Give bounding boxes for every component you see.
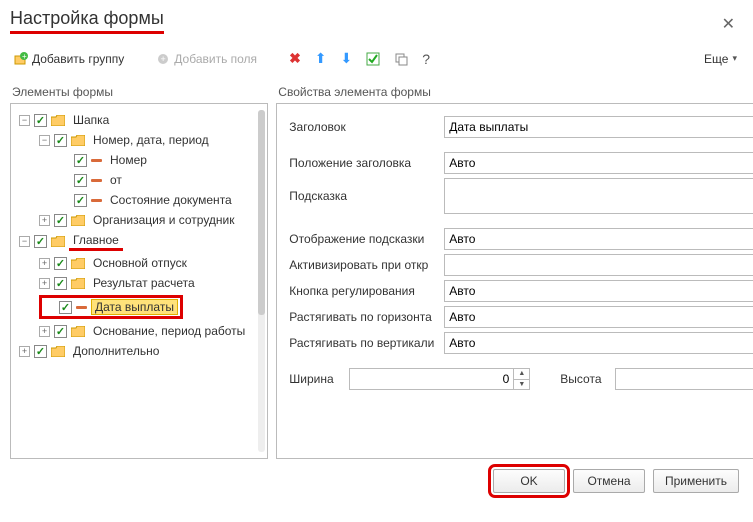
- checkbox[interactable]: ✓: [74, 174, 87, 187]
- expand-icon[interactable]: +: [39, 326, 50, 337]
- collapse-icon[interactable]: −: [39, 135, 50, 146]
- height-input[interactable]: ▲▼: [615, 368, 753, 390]
- prop-label-activate: Активизировать при откр: [289, 258, 444, 272]
- move-down-icon[interactable]: ⬇: [337, 48, 357, 69]
- checkbox[interactable]: ✓: [54, 257, 67, 270]
- folder-icon: [51, 346, 65, 357]
- collapse-icon[interactable]: −: [19, 236, 30, 247]
- reg-btn-select[interactable]: ▾: [444, 280, 753, 302]
- checkbox[interactable]: ✓: [54, 277, 67, 290]
- left-panel-header: Элементы формы: [12, 85, 268, 99]
- width-input[interactable]: ▲▼: [349, 368, 530, 390]
- folder-icon: [51, 236, 65, 247]
- field-icon: [91, 179, 102, 182]
- folder-icon: [71, 258, 85, 269]
- prop-label-title: Заголовок: [289, 120, 444, 134]
- checkbox[interactable]: ✓: [54, 214, 67, 227]
- scrollbar[interactable]: [258, 110, 265, 452]
- add-group-button[interactable]: + Добавить группу: [10, 50, 128, 68]
- window-title: Настройка формы: [10, 8, 164, 34]
- right-panel-header: Свойства элемента формы: [278, 85, 753, 99]
- expand-icon[interactable]: +: [39, 278, 50, 289]
- apply-button[interactable]: Применить: [653, 469, 739, 493]
- tree-row[interactable]: + ✓ Основание, период работы: [15, 321, 251, 341]
- toolbar: + Добавить группу + Добавить поля ✖ ⬆ ⬇ …: [10, 42, 743, 79]
- checkbox[interactable]: ✓: [74, 194, 87, 207]
- prop-label-stretch-v: Растягивать по вертикали: [289, 336, 444, 350]
- stretch-h-select[interactable]: ▾: [444, 306, 753, 328]
- add-group-icon: +: [14, 52, 28, 66]
- tree-row[interactable]: ✓ Состояние документа: [15, 190, 251, 210]
- prop-label-hint: Подсказка: [289, 189, 444, 203]
- add-fields-button[interactable]: + Добавить поля: [152, 50, 261, 68]
- tree-row[interactable]: ✓ Номер: [15, 150, 251, 170]
- hint-disp-select[interactable]: ▾: [444, 228, 753, 250]
- form-elements-tree[interactable]: − ✓ Шапка − ✓ Номер, дата, период ✓ Номе…: [13, 110, 265, 361]
- folder-icon: [71, 278, 85, 289]
- delete-icon[interactable]: ✖: [285, 48, 305, 69]
- tree-row[interactable]: − ✓ Номер, дата, период: [15, 130, 251, 150]
- prop-label-width: Ширина: [289, 372, 349, 386]
- field-icon: [91, 159, 102, 162]
- field-icon: [76, 306, 87, 309]
- activate-select[interactable]: ▾: [444, 254, 753, 276]
- checkbox[interactable]: ✓: [54, 325, 67, 338]
- tree-row[interactable]: − ✓ Шапка: [15, 110, 251, 130]
- width-spinner[interactable]: ▲▼: [513, 369, 529, 389]
- close-icon[interactable]: ✕: [722, 14, 735, 34]
- add-fields-icon: +: [156, 52, 170, 66]
- expand-icon[interactable]: +: [39, 215, 50, 226]
- field-icon: [91, 199, 102, 202]
- svg-text:+: +: [161, 54, 166, 64]
- prop-label-stretch-h: Растягивать по горизонта: [289, 310, 444, 324]
- svg-text:+: +: [22, 52, 27, 61]
- title-input[interactable]: [444, 116, 753, 138]
- prop-label-hint-disp: Отображение подсказки: [289, 232, 444, 246]
- checkbox[interactable]: ✓: [34, 114, 47, 127]
- footer: OK Отмена Применить: [10, 459, 743, 497]
- stretch-v-select[interactable]: ▾: [444, 332, 753, 354]
- more-button[interactable]: Еще ▾: [698, 50, 743, 68]
- checkbox[interactable]: ✓: [54, 134, 67, 147]
- prop-label-reg-btn: Кнопка регулирования: [289, 284, 444, 298]
- checkbox[interactable]: ✓: [59, 301, 72, 314]
- expand-icon[interactable]: +: [19, 346, 30, 357]
- help-icon[interactable]: ?: [418, 49, 434, 69]
- copy-icon[interactable]: [390, 50, 412, 68]
- prop-label-height: Высота: [560, 372, 615, 386]
- folder-icon: [71, 215, 85, 226]
- tree-row[interactable]: + ✓ Дополнительно: [15, 341, 251, 361]
- tree-row[interactable]: + ✓ Результат расчета: [15, 273, 251, 293]
- ok-button[interactable]: OK: [493, 469, 565, 493]
- tree-row-glavnoe[interactable]: − ✓ Главное: [15, 230, 251, 253]
- properties-panel: Заголовок Положение заголовка ▾ Подсказк…: [276, 103, 753, 459]
- form-elements-panel: − ✓ Шапка − ✓ Номер, дата, период ✓ Номе…: [10, 103, 268, 459]
- folder-icon: [71, 135, 85, 146]
- collapse-icon[interactable]: −: [19, 115, 30, 126]
- tree-row[interactable]: ✓ от: [15, 170, 251, 190]
- hint-input[interactable]: [444, 178, 753, 214]
- cancel-button[interactable]: Отмена: [573, 469, 645, 493]
- chevron-down-icon: ▾: [732, 53, 737, 64]
- tree-row[interactable]: + ✓ Организация и сотрудник: [15, 210, 251, 230]
- title-pos-select[interactable]: ▾: [444, 152, 753, 174]
- folder-icon: [71, 326, 85, 337]
- checkbox[interactable]: ✓: [34, 345, 47, 358]
- checkbox[interactable]: ✓: [74, 154, 87, 167]
- tree-row[interactable]: + ✓ Основной отпуск: [15, 253, 251, 273]
- checkbox[interactable]: ✓: [34, 235, 47, 248]
- check-all-icon[interactable]: [362, 50, 384, 68]
- expand-icon[interactable]: +: [39, 258, 50, 269]
- move-up-icon[interactable]: ⬆: [311, 48, 331, 69]
- tree-row-selected[interactable]: ✓ Дата выплаты: [15, 293, 251, 321]
- folder-icon: [51, 115, 65, 126]
- prop-label-title-pos: Положение заголовка: [289, 156, 444, 170]
